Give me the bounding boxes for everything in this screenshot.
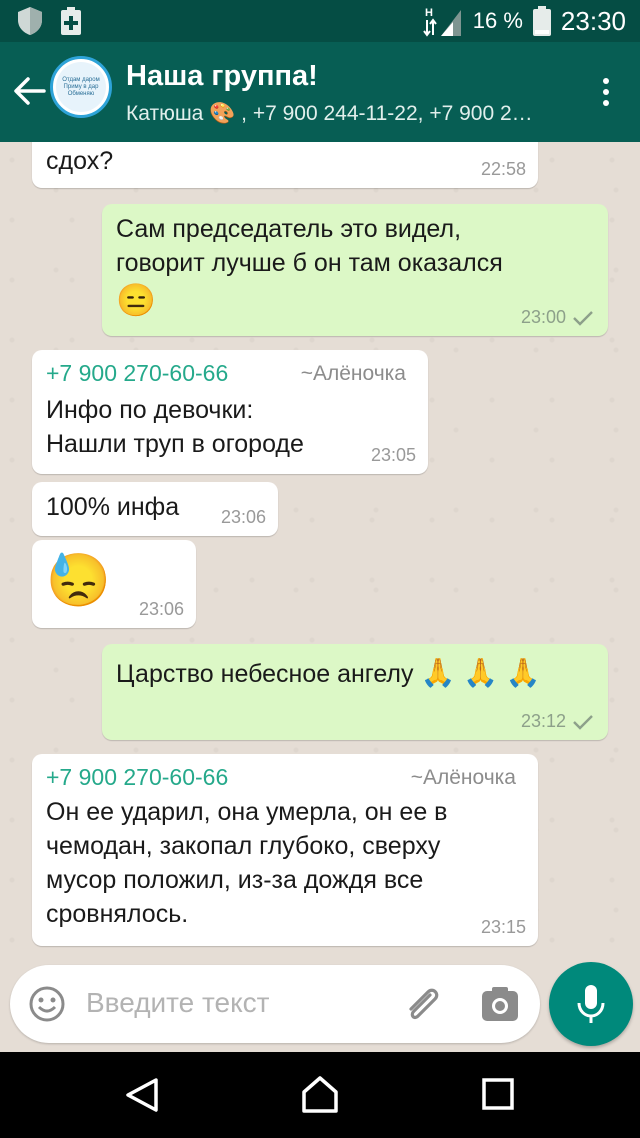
message-bubble[interactable]: +7 900 270-60-66 ~Алёночка Он ее ударил,… [32, 754, 538, 946]
message-bubble[interactable]: +7 900 270-60-66 ~Алёночка Инфо по девоч… [32, 350, 428, 474]
navigation-bar [0, 1052, 640, 1138]
message-text: Царство небесное ангелу [116, 660, 414, 688]
message-bubble[interactable]: сдох? 22:58 [32, 142, 538, 188]
message-input[interactable]: Введите текст [86, 987, 270, 1019]
svg-text:H: H [425, 7, 433, 19]
sent-check-icon [573, 715, 593, 730]
sender-name: ~Алёночка [410, 766, 516, 789]
message-text: Сам председатель это видел, [116, 215, 462, 243]
message-text: сдох? [46, 147, 114, 175]
message-time: 22:58 [480, 159, 526, 179]
overflow-menu-icon[interactable] [602, 78, 610, 108]
message-text: Нашли труп в огороде [46, 430, 304, 458]
microphone-icon [577, 985, 605, 1023]
paperclip-icon[interactable] [402, 983, 442, 1025]
nav-recents-icon[interactable] [482, 1078, 514, 1110]
message-composer[interactable]: Введите текст [10, 965, 540, 1043]
shield-icon [18, 7, 42, 35]
avatar-line-3: Обменяю [67, 90, 95, 97]
message-text: сровнялось. [46, 900, 189, 928]
emoji-icon[interactable] [28, 985, 66, 1023]
message-time: 23:12 [520, 711, 566, 731]
message-bubble[interactable]: 😓 23:06 [32, 540, 196, 628]
group-title[interactable]: Наша группа! [126, 60, 318, 93]
message-bubble[interactable]: Сам председатель это видел, говорит лучш… [102, 204, 608, 336]
status-bar: H 16 % 23:30 [0, 0, 640, 42]
nav-back-icon[interactable] [124, 1076, 160, 1114]
battery-icon [532, 6, 551, 36]
message-emoji: 🙏 🙏 🙏 [420, 657, 541, 688]
sender-name: ~Алёночка [300, 362, 406, 385]
message-line: Царство небесное ангелу 🙏 🙏 🙏 [116, 656, 594, 691]
message-text: чемодан, закопал глубоко, сверху [46, 832, 441, 860]
message-bubble[interactable]: 100% инфа 23:06 [32, 482, 278, 536]
nav-home-icon[interactable] [300, 1074, 340, 1114]
message-bubble[interactable]: Царство небесное ангелу 🙏 🙏 🙏 23:12 [102, 644, 608, 740]
message-time: 23:15 [480, 917, 526, 937]
message-text: мусор положил, из-за дождя все [46, 866, 424, 894]
message-text: говорит лучше б он там оказался [116, 249, 503, 277]
message-time: 23:05 [370, 445, 416, 465]
message-time: 23:06 [220, 507, 266, 527]
chat-header: Отдам даром Приму в дар Обменяю Наша гру… [0, 42, 640, 142]
chat-area: сдох? 22:58 Сам председатель это видел, … [0, 142, 640, 962]
sent-check-icon [573, 311, 593, 326]
group-members[interactable]: Катюша 🎨 , +7 900 244-11-22, +7 900 2… [126, 102, 571, 126]
clipboard-plus-icon [61, 7, 81, 35]
battery-percent: 16 % [472, 8, 523, 33]
avatar-line-1: Отдам даром [62, 76, 100, 83]
message-text: Он ее ударил, она умерла, он ее в [46, 798, 448, 826]
avatar-line-2: Приму в дар [63, 83, 99, 90]
network-h-icon: H [422, 7, 461, 37]
camera-icon[interactable] [480, 985, 520, 1023]
clock: 23:30 [560, 5, 626, 36]
voice-record-button[interactable] [549, 962, 633, 1046]
group-avatar[interactable]: Отдам даром Приму в дар Обменяю [50, 56, 112, 118]
message-time: 23:06 [138, 599, 184, 619]
message-time: 23:00 [520, 307, 566, 327]
message-text: Инфо по девочки: [46, 396, 254, 424]
back-arrow-icon[interactable] [12, 76, 46, 106]
